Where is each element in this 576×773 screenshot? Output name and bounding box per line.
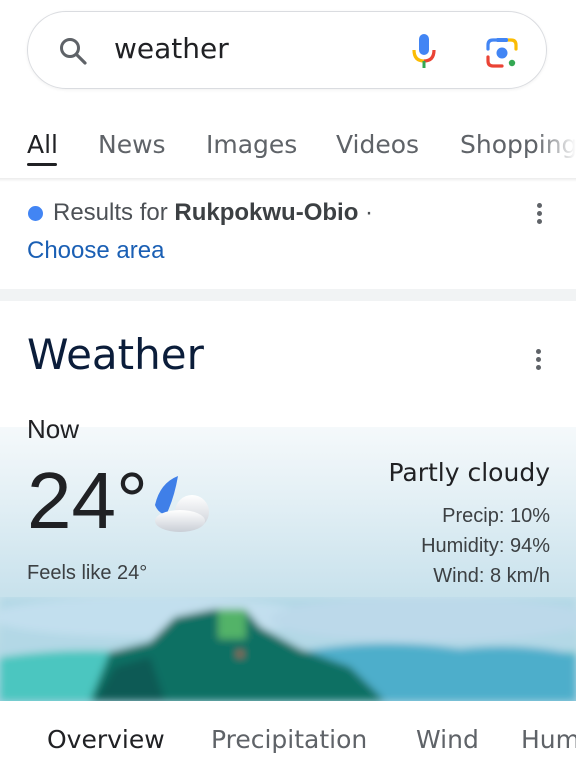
humidity-stat: Humidity: 94% <box>421 535 550 557</box>
tabs-divider <box>0 178 576 182</box>
weather-condition: Partly cloudy <box>388 458 550 487</box>
weather-tab-wind[interactable]: Wind <box>416 725 479 754</box>
precipitation-stat: Precip: 10% <box>442 505 550 527</box>
search-icon[interactable] <box>58 36 88 66</box>
wind-stat: Wind: 8 km/h <box>433 565 550 587</box>
section-divider <box>0 289 576 301</box>
location-more-options-icon[interactable] <box>537 203 543 227</box>
active-tab-indicator <box>27 163 57 166</box>
weather-more-options-icon[interactable] <box>536 349 542 373</box>
weather-tabs: Overview Precipitation Wind Humidity <box>0 701 576 773</box>
current-temperature: 24° <box>27 456 148 545</box>
tab-all[interactable]: All <box>27 130 58 159</box>
choose-area-link[interactable]: Choose area <box>27 237 164 265</box>
now-label: Now <box>27 414 80 444</box>
mic-icon[interactable] <box>409 32 439 72</box>
tab-news[interactable]: News <box>98 130 166 159</box>
search-bar[interactable]: weather <box>27 11 547 89</box>
location-prefix: Results for <box>53 199 168 226</box>
location-place: Rukpokwu-Obio <box>174 199 359 226</box>
weather-title: Weather <box>27 330 204 379</box>
tabs-fade <box>536 126 576 176</box>
tab-videos[interactable]: Videos <box>336 130 419 159</box>
location-results: Results for Rukpokwu-Obio · <box>53 199 373 227</box>
partly-cloudy-night-icon <box>155 476 209 532</box>
weather-tab-precipitation[interactable]: Precipitation <box>211 725 367 754</box>
location-dot-icon <box>28 206 43 221</box>
search-tabs: All News Images Videos Shopping <box>0 126 576 178</box>
weather-scene-illustration <box>0 597 576 701</box>
feels-like: Feels like 24° <box>27 562 148 584</box>
weather-tab-overview[interactable]: Overview <box>47 725 165 754</box>
search-input[interactable]: weather <box>114 32 229 65</box>
weather-tab-humidity[interactable]: Humidity <box>521 725 576 754</box>
location-separator: · <box>365 199 374 226</box>
google-lens-icon[interactable] <box>484 35 520 71</box>
tab-images[interactable]: Images <box>206 130 297 159</box>
